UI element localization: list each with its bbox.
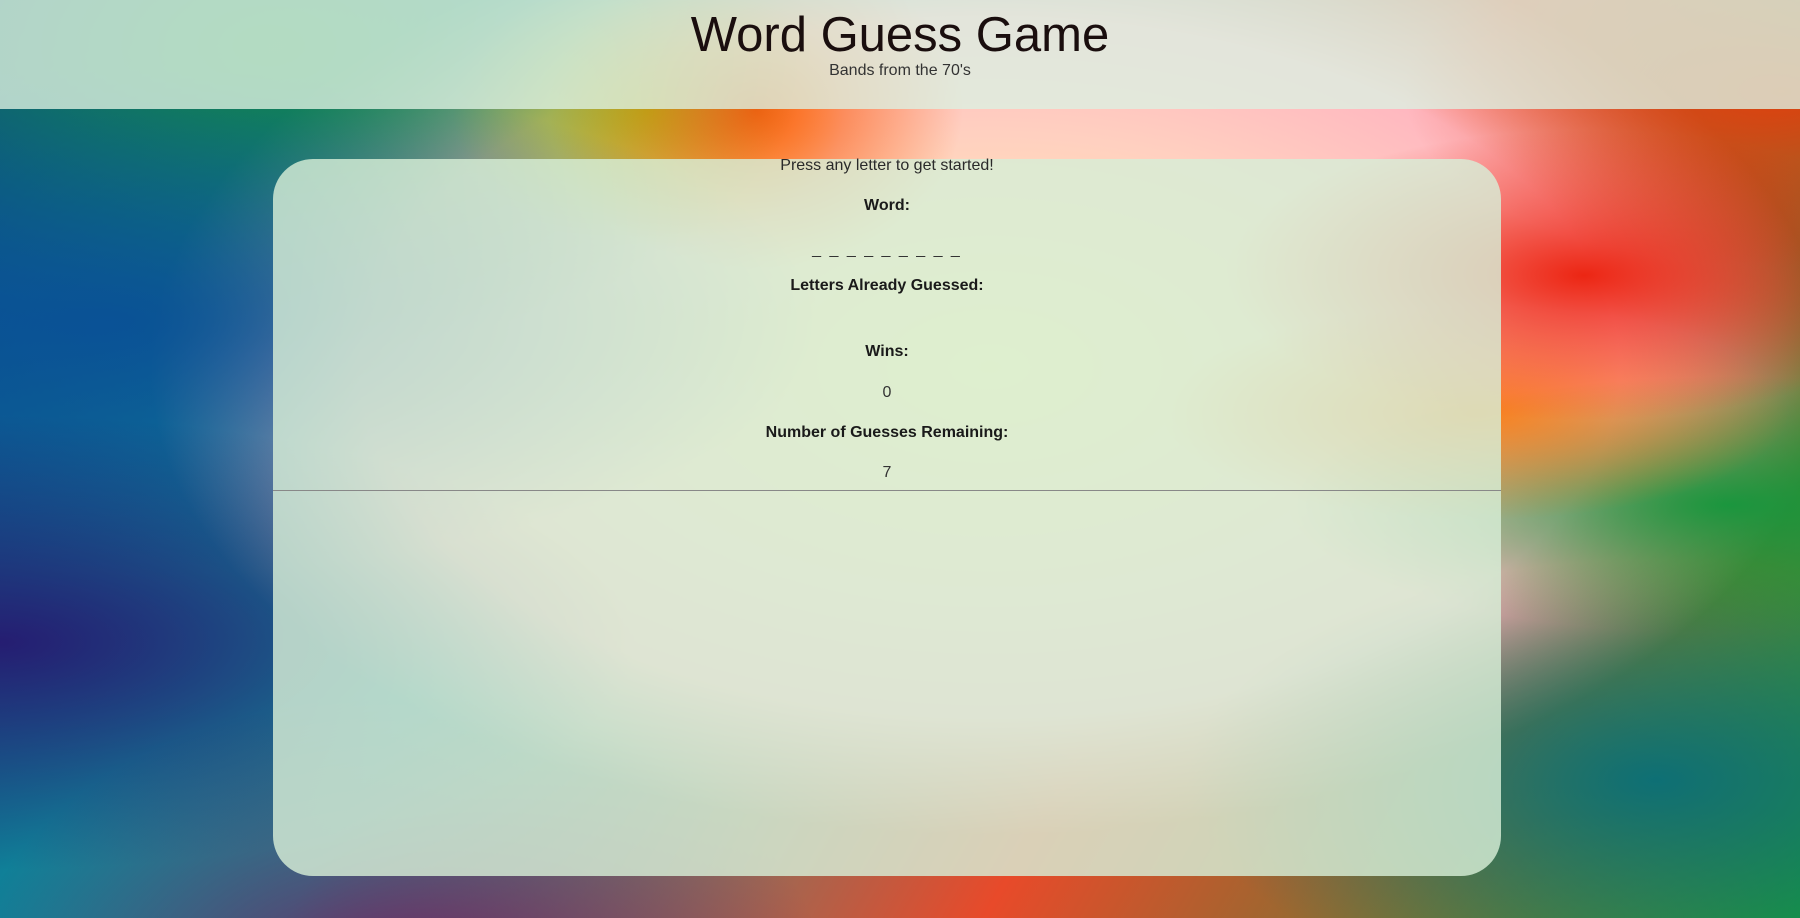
guesses-remaining-label: Number of Guesses Remaining: [765,424,1009,441]
panel-divider [273,490,1501,491]
header-bar: Word Guess Game Bands from the 70's [0,0,1800,109]
word-blanks: _ _ _ _ _ _ _ _ _ [812,241,962,258]
instructions-text: Press any letter to get started! [780,157,994,174]
guessed-letters-label: Letters Already Guessed: [790,277,984,294]
page-title: Word Guess Game [690,8,1110,62]
page-subtitle: Bands from the 70's [829,62,971,79]
game-panel: Press any letter to get started! Word: _… [273,157,1501,876]
guesses-remaining-value: 7 [882,464,892,481]
wins-label: Wins: [865,343,909,360]
word-label: Word: [864,197,910,214]
wins-value: 0 [882,384,892,401]
